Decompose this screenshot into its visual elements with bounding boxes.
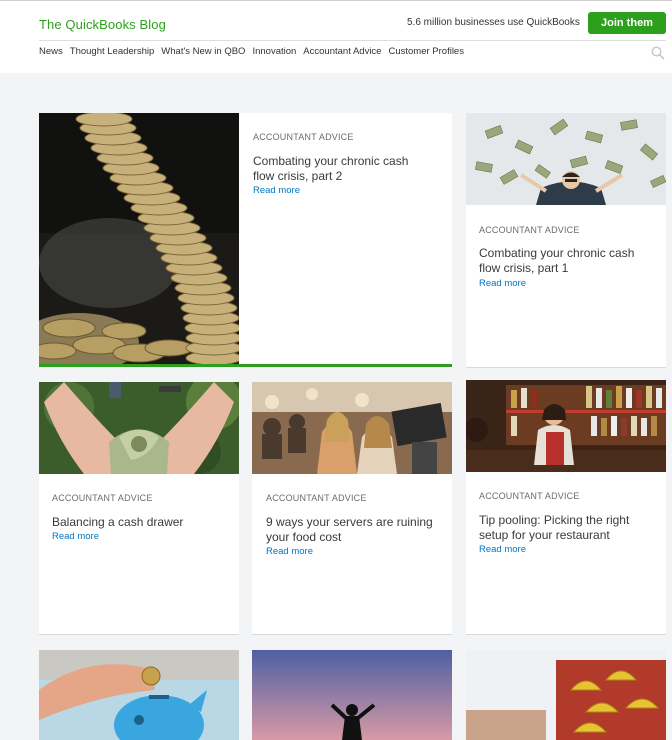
featured-article-card[interactable]: ACCOUNTANT ADVICE Combating your chronic… xyxy=(39,113,452,367)
search-icon[interactable] xyxy=(651,46,665,60)
article-card[interactable] xyxy=(466,650,666,740)
article-image[interactable] xyxy=(39,650,239,740)
article-image[interactable] xyxy=(252,650,452,740)
article-card[interactable] xyxy=(252,650,452,740)
nav-item-accountant-advice[interactable]: Accountant Advice xyxy=(303,46,381,57)
nav-item-news[interactable]: News xyxy=(39,46,63,57)
article-image[interactable] xyxy=(39,382,239,474)
article-image[interactable] xyxy=(466,380,666,472)
brand-logo[interactable]: The QuickBooks Blog xyxy=(39,17,166,32)
article-category: ACCOUNTANT ADVICE xyxy=(52,493,153,503)
article-card[interactable] xyxy=(39,650,239,740)
article-title[interactable]: Combating your chronic cash flow crisis,… xyxy=(253,154,433,184)
article-card[interactable]: ACCOUNTANT ADVICE 9 ways your servers ar… xyxy=(252,382,452,635)
article-category: ACCOUNTANT ADVICE xyxy=(253,132,354,142)
nav-item-customer-profiles[interactable]: Customer Profiles xyxy=(388,46,464,57)
read-more-link[interactable]: Read more xyxy=(253,185,300,196)
article-card[interactable]: ACCOUNTANT ADVICE Balancing a cash drawe… xyxy=(39,382,239,635)
nav-item-thought-leadership[interactable]: Thought Leadership xyxy=(70,46,155,57)
article-title[interactable]: Tip pooling: Picking the right setup for… xyxy=(479,513,661,543)
article-card[interactable]: ACCOUNTANT ADVICE Tip pooling: Picking t… xyxy=(466,380,666,635)
article-image[interactable] xyxy=(466,113,666,205)
read-more-link[interactable]: Read more xyxy=(479,278,526,289)
article-image[interactable] xyxy=(252,382,452,474)
article-category: ACCOUNTANT ADVICE xyxy=(266,493,367,503)
nav-item-innovation[interactable]: Innovation xyxy=(252,46,296,57)
read-more-link[interactable]: Read more xyxy=(266,546,313,557)
article-category: ACCOUNTANT ADVICE xyxy=(479,225,580,235)
join-button[interactable]: Join them xyxy=(588,12,666,34)
header-divider xyxy=(39,40,666,41)
article-category: ACCOUNTANT ADVICE xyxy=(479,491,580,501)
tagline: 5.6 million businesses use QuickBooks xyxy=(407,17,580,28)
article-title[interactable]: Combating your chronic cash flow crisis,… xyxy=(479,246,659,276)
featured-accent-bar xyxy=(39,364,452,367)
article-card[interactable]: ACCOUNTANT ADVICE Combating your chronic… xyxy=(466,113,666,368)
article-image[interactable] xyxy=(466,650,666,740)
read-more-link[interactable]: Read more xyxy=(479,544,526,555)
article-title[interactable]: 9 ways your servers are ruining your foo… xyxy=(266,515,436,545)
article-image[interactable] xyxy=(39,113,239,364)
main-nav: News Thought Leadership What's New in QB… xyxy=(39,46,464,57)
nav-item-whats-new[interactable]: What's New in QBO xyxy=(161,46,245,57)
site-header: The QuickBooks Blog 5.6 million business… xyxy=(0,0,672,73)
article-title[interactable]: Balancing a cash drawer xyxy=(52,515,232,530)
read-more-link[interactable]: Read more xyxy=(52,531,99,542)
